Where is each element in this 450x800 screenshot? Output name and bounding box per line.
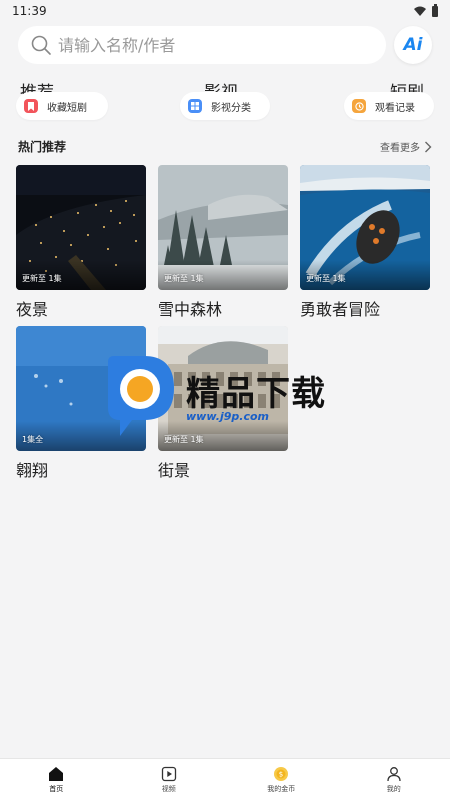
status-time: 11:39 <box>12 4 47 18</box>
watermark-text: 精品下载 <box>186 374 326 414</box>
history-icon <box>352 99 366 113</box>
search-icon <box>31 35 51 55</box>
watermark-url: www.j9p.com <box>186 410 269 423</box>
chevron-right-icon <box>425 141 432 152</box>
video-title: 夜景 <box>16 300 49 319</box>
nav-video[interactable]: 视频 <box>113 759 226 800</box>
section-title: 热门推荐 <box>18 140 67 154</box>
video-thumbnail[interactable]: 更新至 1集 <box>16 165 146 290</box>
quick-link-favorites[interactable]: 收藏短剧 <box>16 92 108 120</box>
episode-badge: 更新至 1集 <box>22 274 62 283</box>
quick-link-label: 收藏短剧 <box>47 102 87 114</box>
watermark-logo-icon <box>108 356 174 436</box>
quick-links: 收藏短剧 影视分类 观看记录 <box>0 92 450 122</box>
status-bar: 11:39 <box>0 0 450 22</box>
night-city-image <box>16 165 146 290</box>
video-card[interactable]: 更新至 1集 勇敢者冒险 <box>300 165 430 320</box>
nav-label: 视频 <box>161 784 176 793</box>
quick-link-label: 观看记录 <box>375 102 415 114</box>
video-icon <box>161 766 176 781</box>
video-title: 勇敢者冒险 <box>300 300 381 319</box>
video-thumbnail[interactable]: 更新至 1集 <box>300 165 430 290</box>
nav-label: 我的金币 <box>267 784 296 793</box>
coin-icon: $ <box>274 766 289 781</box>
home-icon <box>49 766 64 781</box>
episode-badge: 1集全 <box>22 435 44 444</box>
user-icon <box>387 766 401 781</box>
quick-link-label: 影视分类 <box>211 102 251 114</box>
video-card[interactable]: 更新至 1集 雪中森林 <box>158 165 288 320</box>
snow-forest-image <box>158 165 288 290</box>
wifi-icon <box>414 6 426 16</box>
svg-text:$: $ <box>279 770 283 778</box>
view-more-label: 查看更多 <box>380 143 420 154</box>
video-thumbnail[interactable]: 更新至 1集 <box>158 165 288 290</box>
watermark: 精品下载 www.j9p.com <box>100 356 360 436</box>
video-card[interactable]: 更新至 1集 夜景 <box>16 165 146 320</box>
nav-label: 我的 <box>386 784 401 793</box>
battery-icon <box>432 3 438 17</box>
nav-label: 首页 <box>49 784 64 793</box>
nav-home[interactable]: 首页 <box>0 759 113 800</box>
episode-badge: 更新至 1集 <box>306 274 346 283</box>
bookmark-icon <box>24 99 38 113</box>
bottom-nav: 首页 视频 $ 我的金币 我的 <box>0 758 450 800</box>
search-input[interactable] <box>58 35 338 55</box>
search-row: Ai <box>18 26 432 64</box>
ai-button[interactable]: Ai <box>394 26 432 64</box>
hot-section-header: 热门推荐 查看更多 <box>18 138 432 155</box>
quick-link-categories[interactable]: 影视分类 <box>180 92 270 120</box>
episode-badge: 更新至 1集 <box>164 274 204 283</box>
video-title: 翱翔 <box>16 461 49 480</box>
nav-profile[interactable]: 我的 <box>338 759 450 800</box>
video-title: 街景 <box>158 461 191 480</box>
ai-logo-icon: Ai <box>403 35 423 55</box>
search-box[interactable] <box>18 26 386 64</box>
quick-link-history[interactable]: 观看记录 <box>344 92 434 120</box>
status-icons <box>414 3 438 17</box>
grid-icon <box>188 99 202 113</box>
video-title: 雪中森林 <box>158 300 223 319</box>
view-more-link[interactable]: 查看更多 <box>380 139 432 154</box>
speedboat-image <box>300 165 430 290</box>
nav-coins[interactable]: $ 我的金币 <box>225 759 338 800</box>
